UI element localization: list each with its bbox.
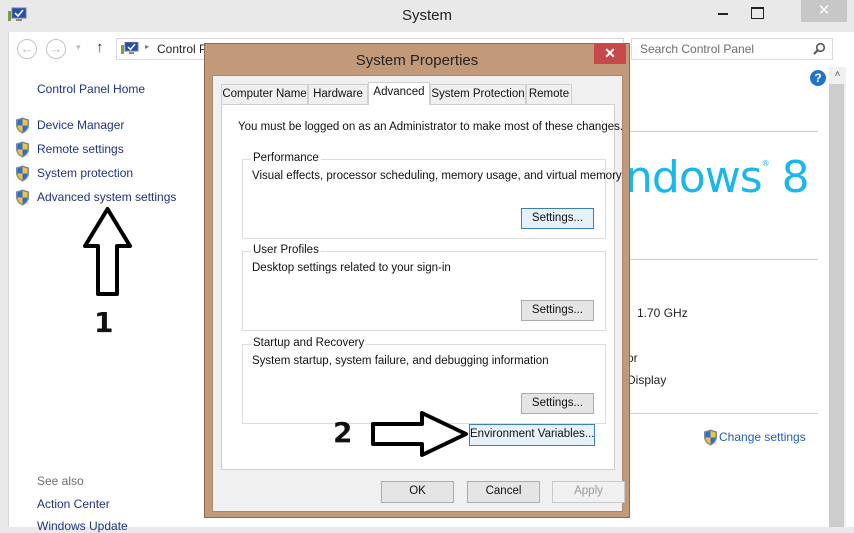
step-1-label: 1 <box>94 306 114 339</box>
search-input[interactable] <box>632 39 807 59</box>
uac-shield-icon <box>16 189 29 206</box>
section-divider <box>628 259 818 260</box>
dialog-close-button[interactable]: ✕ <box>594 44 626 64</box>
section-divider <box>628 413 818 414</box>
environment-variables-button[interactable]: Environment Variables... <box>469 424 595 446</box>
pen-touch-value: Display <box>627 373 667 387</box>
help-icon[interactable]: ? <box>810 70 826 86</box>
scroll-thumb[interactable] <box>829 84 844 527</box>
user-profiles-settings-button[interactable]: Settings... <box>521 300 594 321</box>
registered-mark: ® <box>761 159 770 168</box>
forward-button[interactable]: → <box>46 39 66 59</box>
window-titlebar: System ✕ <box>0 0 854 32</box>
cancel-button[interactable]: Cancel <box>467 481 540 503</box>
apply-button: Apply <box>552 481 625 503</box>
up-level-button[interactable]: ↑ <box>96 39 104 56</box>
ok-button[interactable]: OK <box>381 481 454 503</box>
group-description: System startup, system failure, and debu… <box>252 355 549 367</box>
tab-system-protection[interactable]: System Protection <box>430 84 526 104</box>
search-icon[interactable] <box>812 42 826 56</box>
group-title: User Profiles <box>251 244 321 256</box>
search-box[interactable] <box>631 38 833 60</box>
sidebar-item-label[interactable]: System protection <box>37 166 133 180</box>
windows-update-link[interactable]: Windows Update <box>37 519 128 533</box>
annotation-right-arrow-icon <box>371 411 468 457</box>
startup-recovery-settings-button[interactable]: Settings... <box>521 393 594 414</box>
group-description: Visual effects, processor scheduling, me… <box>252 170 622 182</box>
performance-settings-button[interactable]: Settings... <box>521 208 594 229</box>
uac-shield-icon <box>704 429 717 446</box>
change-settings-label[interactable]: Change settings <box>719 430 806 444</box>
sidebar-item-advanced-system-settings[interactable]: Advanced system settings <box>15 189 205 207</box>
sidebar-item-device-manager[interactable]: Device Manager <box>15 117 205 135</box>
vertical-scrollbar[interactable]: ˄ <box>829 67 846 527</box>
performance-group: Performance Visual effects, processor sc… <box>242 152 622 239</box>
sidebar-item-label[interactable]: Advanced system settings <box>37 190 176 204</box>
group-title: Performance <box>251 152 321 164</box>
maximize-button[interactable] <box>740 0 774 24</box>
breadcrumb-control-panel[interactable]: Control P <box>157 42 207 56</box>
user-profiles-group: User Profiles Desktop settings related t… <box>242 244 606 331</box>
logo-word: ndows <box>625 152 763 203</box>
minimize-button[interactable] <box>708 0 740 24</box>
breadcrumb-separator-icon[interactable]: ▸ <box>145 42 149 51</box>
group-title: Startup and Recovery <box>251 337 367 349</box>
sidebar-item-label[interactable]: Remote settings <box>37 142 124 156</box>
scroll-up-icon[interactable]: ˄ <box>829 67 846 83</box>
uac-shield-icon <box>16 117 29 134</box>
section-divider <box>628 131 818 132</box>
back-button[interactable]: ← <box>17 39 37 59</box>
sidebar-item-remote-settings[interactable]: Remote settings <box>15 141 205 159</box>
sidebar-item-label[interactable]: Device Manager <box>37 118 124 132</box>
tab-hardware[interactable]: Hardware <box>308 84 368 104</box>
step-2-label: 2 <box>333 416 353 449</box>
close-window-button[interactable]: ✕ <box>801 0 847 22</box>
dialog-title: System Properties <box>355 52 479 69</box>
control-panel-icon <box>121 42 139 54</box>
processor-speed: 1.70 GHz <box>637 306 688 320</box>
tab-computer-name[interactable]: Computer Name <box>221 84 308 104</box>
tab-remote[interactable]: Remote <box>526 84 572 104</box>
recent-locations-dropdown[interactable]: ▾ <box>76 42 81 53</box>
logo-version: 8 <box>768 152 810 203</box>
uac-shield-icon <box>16 165 29 182</box>
uac-shield-icon <box>16 141 29 158</box>
admin-note: You must be logged on as an Administrato… <box>238 121 624 133</box>
annotation-up-arrow-icon <box>83 207 132 296</box>
action-center-link[interactable]: Action Center <box>37 497 110 511</box>
group-description: Desktop settings related to your sign-in <box>252 262 451 274</box>
tab-advanced[interactable]: Advanced <box>368 82 430 105</box>
see-also-heading: See also <box>37 474 84 488</box>
sidebar-item-system-protection[interactable]: System protection <box>15 165 205 183</box>
control-panel-home-link[interactable]: Control Panel Home <box>37 82 145 96</box>
windows-8-logo: ndows® 8 <box>625 152 810 203</box>
